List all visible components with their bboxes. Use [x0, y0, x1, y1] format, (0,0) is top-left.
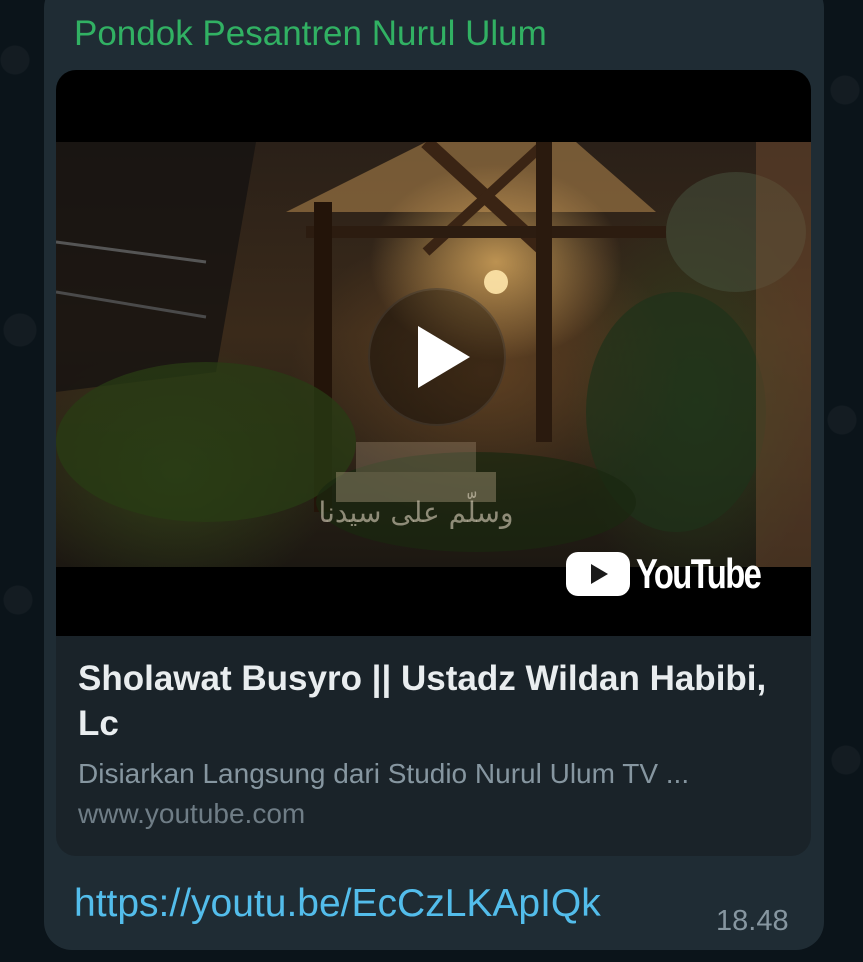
message-timestamp: 18.48: [716, 905, 789, 937]
preview-domain: www.youtube.com: [78, 798, 306, 829]
youtube-wordmark: YouTube: [636, 550, 762, 597]
video-thumbnail[interactable]: وسلّم على سيدنا YouTube: [56, 70, 811, 636]
sender-name[interactable]: Pondok Pesantren Nurul Ulum: [74, 14, 547, 54]
preview-description: Disiarkan Langsung dari Studio Nurul Ulu…: [78, 758, 690, 789]
preview-title[interactable]: Sholawat Busyro || Ustadz Wildan Habibi,…: [78, 656, 793, 746]
play-button[interactable]: [368, 288, 506, 426]
message-link[interactable]: https://youtu.be/EcCzLKApIQk: [74, 882, 601, 926]
youtube-logo: YouTube: [566, 550, 786, 598]
youtube-play-icon: [566, 552, 630, 596]
link-preview-card[interactable]: وسلّم على سيدنا YouTube Sholawat Busyro …: [56, 70, 811, 856]
arabic-caption: وسلّم على سيدنا: [319, 491, 514, 529]
preview-info: Sholawat Busyro || Ustadz Wildan Habibi,…: [78, 656, 793, 832]
play-icon: [418, 326, 470, 388]
